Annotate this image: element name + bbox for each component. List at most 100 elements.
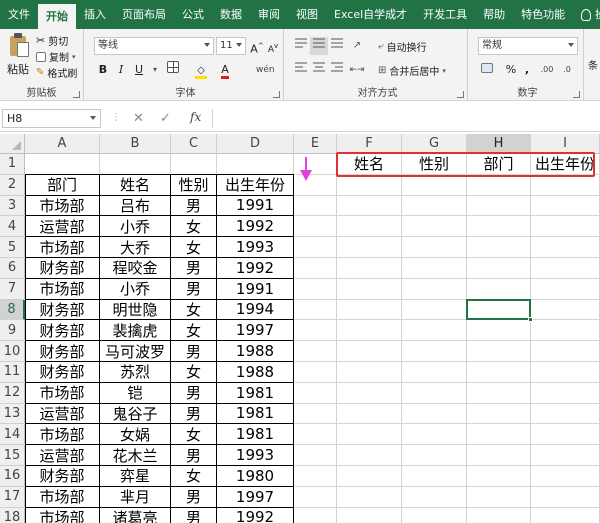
table-cell[interactable]: 鬼谷子 — [100, 403, 171, 425]
cell[interactable] — [337, 237, 402, 258]
cell[interactable] — [467, 362, 531, 383]
cell[interactable] — [467, 424, 531, 446]
table-cell[interactable]: 财务部 — [25, 466, 100, 487]
cell[interactable] — [171, 154, 217, 175]
cell[interactable] — [402, 486, 467, 508]
cell[interactable] — [337, 195, 402, 217]
row-header-2[interactable]: 2 — [0, 174, 25, 196]
table-cell[interactable]: 女 — [171, 424, 217, 446]
cell[interactable] — [531, 320, 600, 342]
merge-center-button[interactable]: ⊞ 合并后居中 ▾ — [378, 63, 446, 78]
table-cell[interactable]: 1994 — [217, 299, 294, 321]
cell[interactable] — [531, 486, 600, 508]
cell[interactable] — [531, 403, 600, 425]
cell[interactable] — [531, 278, 600, 300]
fill-handle[interactable] — [528, 317, 533, 323]
row-header-18[interactable]: 18 — [0, 507, 25, 523]
table-cell[interactable]: 诸葛亮 — [100, 507, 171, 523]
conditional-format-button[interactable]: 条 — [588, 57, 598, 72]
number-launcher-icon[interactable] — [573, 91, 580, 98]
table-cell[interactable]: 女娲 — [100, 424, 171, 446]
align-right-icon[interactable] — [328, 61, 346, 79]
cell[interactable] — [531, 382, 600, 404]
cell[interactable] — [531, 195, 600, 217]
cell[interactable] — [337, 403, 402, 425]
name-box[interactable]: H8 — [2, 109, 101, 128]
tab-11[interactable]: 特色功能 — [513, 0, 573, 29]
table-cell[interactable]: 1993 — [217, 445, 294, 466]
table-cell[interactable]: 女 — [171, 299, 217, 321]
cell[interactable] — [337, 362, 402, 383]
tab-1[interactable]: 开始 — [38, 4, 76, 29]
format-painter-button[interactable]: ✎ 格式刷 — [36, 65, 77, 80]
table-cell[interactable]: 吕布 — [100, 195, 171, 217]
font-name-select[interactable]: 等线 — [94, 37, 214, 55]
tab-0[interactable]: 文件 — [0, 0, 38, 29]
row-header-13[interactable]: 13 — [0, 403, 25, 425]
cell[interactable] — [337, 299, 402, 321]
cell[interactable] — [294, 445, 337, 466]
cell[interactable] — [294, 382, 337, 404]
table-cell[interactable]: 1997 — [217, 486, 294, 508]
align-bottom-icon[interactable] — [328, 37, 346, 55]
table-cell[interactable]: 财务部 — [25, 341, 100, 362]
table-cell[interactable]: 程咬金 — [100, 258, 171, 279]
row-header-7[interactable]: 7 — [0, 278, 25, 300]
clipboard-launcher-icon[interactable] — [73, 91, 80, 98]
cell[interactable] — [402, 237, 467, 258]
tab-7[interactable]: 视图 — [288, 0, 326, 29]
column-header-e[interactable]: E — [294, 134, 337, 154]
cell[interactable] — [467, 341, 531, 362]
table-cell[interactable]: 运营部 — [25, 445, 100, 466]
cell[interactable] — [337, 507, 402, 523]
cell[interactable] — [467, 445, 531, 466]
shrink-font-button[interactable]: Av — [264, 37, 282, 55]
cell[interactable] — [467, 237, 531, 258]
row-header-9[interactable]: 9 — [0, 320, 25, 342]
table-cell[interactable]: 市场部 — [25, 278, 100, 300]
table-cell[interactable]: 1981 — [217, 403, 294, 425]
selected-cell[interactable] — [466, 298, 531, 321]
cell[interactable] — [467, 216, 531, 238]
cell[interactable] — [467, 278, 531, 300]
font-color-button[interactable]: A — [216, 61, 234, 79]
row-header-4[interactable]: 4 — [0, 216, 25, 238]
wrap-text-button[interactable]: ⤶ 自动换行 — [378, 39, 427, 54]
table-cell[interactable]: 男 — [171, 341, 217, 362]
cell[interactable] — [337, 341, 402, 362]
tab-8[interactable]: Excel自学成才 — [326, 0, 415, 29]
table-cell[interactable]: 1991 — [217, 278, 294, 300]
cell[interactable] — [337, 466, 402, 487]
cell[interactable] — [531, 507, 600, 523]
table-header-cell[interactable]: 部门 — [25, 174, 100, 196]
enter-icon[interactable]: ✓ — [160, 111, 171, 126]
table-cell[interactable]: 1993 — [217, 237, 294, 258]
paste-button[interactable]: 粘贴 — [7, 61, 29, 77]
column-header-a[interactable]: A — [25, 134, 100, 154]
table-cell[interactable]: 1991 — [217, 195, 294, 217]
insert-function-icon[interactable]: fx — [190, 110, 201, 124]
table-cell[interactable]: 市场部 — [25, 486, 100, 508]
cell[interactable] — [531, 341, 600, 362]
row-header-16[interactable]: 16 — [0, 466, 25, 487]
tell-me-search[interactable]: 操作说明搜 — [573, 0, 600, 29]
table-cell[interactable]: 男 — [171, 382, 217, 404]
table-cell[interactable]: 男 — [171, 278, 217, 300]
row-header-11[interactable]: 11 — [0, 362, 25, 383]
table-header-cell[interactable]: 性别 — [171, 174, 217, 196]
cut-button[interactable]: ✂ 剪切 — [36, 33, 68, 48]
cell[interactable] — [467, 320, 531, 342]
table-cell[interactable]: 1988 — [217, 362, 294, 383]
table-cell[interactable]: 裴擒虎 — [100, 320, 171, 342]
table-cell[interactable]: 财务部 — [25, 299, 100, 321]
cell[interactable] — [402, 278, 467, 300]
row-header-6[interactable]: 6 — [0, 258, 25, 279]
table-cell[interactable]: 男 — [171, 445, 217, 466]
cell[interactable] — [467, 403, 531, 425]
cell[interactable] — [531, 174, 600, 196]
cell[interactable] — [402, 507, 467, 523]
cell[interactable] — [531, 445, 600, 466]
cell[interactable] — [467, 195, 531, 217]
table-cell[interactable]: 市场部 — [25, 382, 100, 404]
cell[interactable] — [294, 466, 337, 487]
